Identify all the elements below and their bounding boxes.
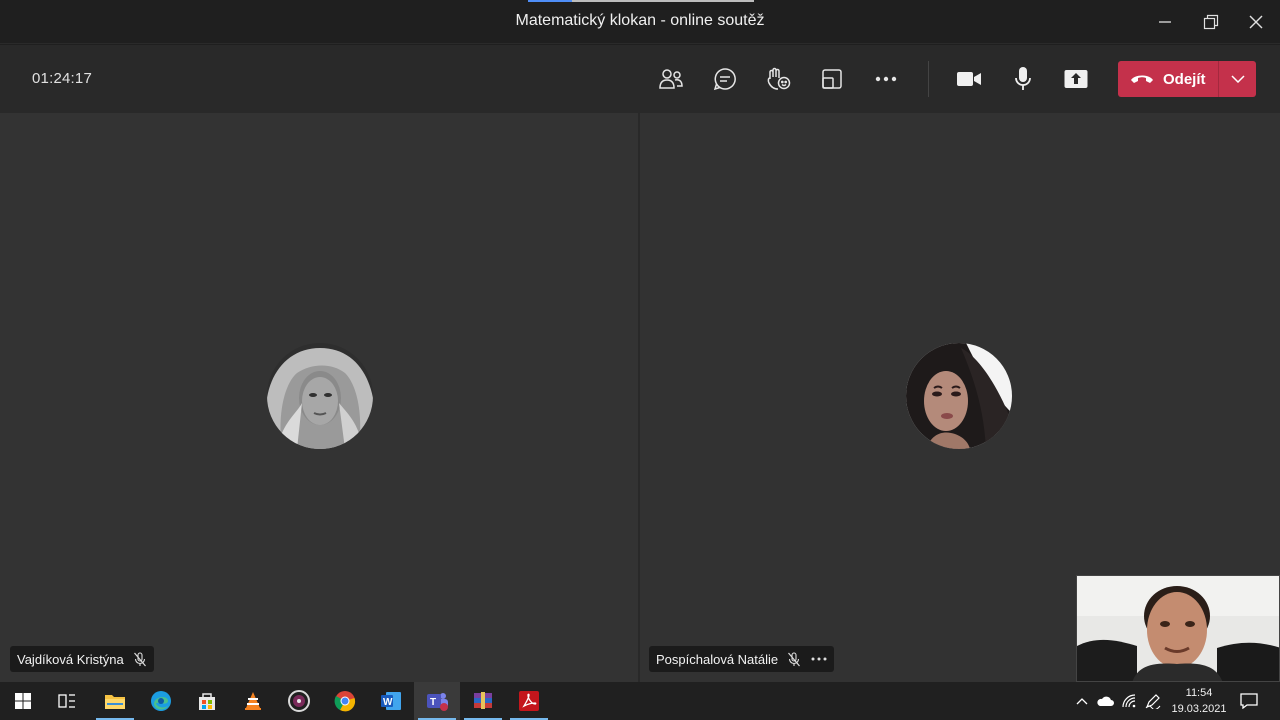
participant-tile[interactable]: Vajdíková Kristýna [0,113,638,682]
window-title: Matematický klokan - online soutěž [515,12,765,29]
taskbar-media-player[interactable] [276,682,322,720]
clock-date: 19.03.2021 [1171,703,1227,715]
network-tray-button[interactable] [1118,682,1140,720]
close-icon [1249,15,1263,29]
task-view-button[interactable] [44,682,90,720]
share-tray-button[interactable] [814,61,850,97]
leave-options-button[interactable] [1219,75,1256,83]
raise-hand-button[interactable] [760,61,796,97]
onedrive-tray-button[interactable] [1094,682,1116,720]
raise-hand-icon [767,67,791,90]
svg-text:T: T [430,697,436,708]
edge-icon [151,691,171,711]
acrobat-icon [519,691,539,711]
chrome-icon [334,691,356,712]
share-screen-button[interactable] [1058,61,1094,97]
meeting-timer: 01:24:17 [32,70,92,87]
clock-time: 11:54 [1185,687,1213,699]
chat-icon [713,68,736,91]
restore-button[interactable] [1188,0,1234,44]
notification-icon [1240,693,1258,709]
more-options-icon [875,76,897,82]
onedrive-icon [1097,696,1114,706]
chat-button[interactable] [707,61,743,97]
close-window-button[interactable] [1233,0,1279,44]
vlc-icon [245,692,261,710]
action-center-button[interactable] [1236,682,1262,720]
taskbar-vlc[interactable] [230,682,276,720]
hang-up-icon [1131,75,1153,83]
start-button[interactable] [0,682,46,720]
file-explorer-icon [105,695,125,709]
taskbar-edge[interactable] [138,682,184,720]
taskbar-chrome[interactable] [322,682,368,720]
taskbar-store[interactable] [184,682,230,720]
toolbar-separator [928,61,929,97]
meeting-toolbar: 01:24:17 Odejít [0,45,1280,113]
self-video-preview[interactable] [1076,575,1280,682]
wifi-icon [1122,694,1136,708]
chevron-up-icon [1076,698,1088,705]
pen-tray-button[interactable] [1142,682,1164,720]
microphone-icon [1015,67,1031,90]
mic-muted-icon [787,651,801,667]
leave-button-group: Odejít [1118,61,1256,97]
people-icon [659,69,683,89]
share-tray-icon [822,69,842,89]
self-video-frame [1077,576,1279,681]
participant-avatar [267,343,373,449]
windows-taskbar: W T 11:54 19.03.2021 [0,682,1280,720]
participant-photo [267,343,373,449]
participant-nameplate: Pospíchalová Natálie [649,646,835,672]
participant-photo [906,343,1012,449]
leave-label: Odejít [1163,70,1206,88]
window-titlebar: Matematický klokan - online soutěž [0,0,1280,44]
more-options-icon [811,657,827,661]
camera-icon [957,72,981,86]
chevron-down-icon [1230,75,1245,83]
titlebar-loading-strip [528,0,754,2]
taskbar-clock[interactable]: 11:54 19.03.2021 [1166,685,1232,717]
camera-button[interactable] [951,61,987,97]
taskbar-file-explorer[interactable] [92,682,138,720]
word-icon: W [381,692,401,710]
minimize-button[interactable] [1142,0,1188,44]
participant-more-button[interactable] [811,657,827,661]
participant-name: Pospíchalová Natálie [656,651,779,667]
participant-nameplate: Vajdíková Kristýna [10,646,154,672]
taskbar-teams[interactable]: T [414,682,460,720]
pen-icon [1145,694,1161,709]
winrar-icon [474,692,492,709]
restore-icon [1203,14,1219,30]
participant-name: Vajdíková Kristýna [17,651,124,667]
participant-avatar [906,343,1012,449]
svg-text:W: W [383,697,393,708]
teams-icon: T [427,693,448,711]
participants-button[interactable] [653,61,689,97]
share-screen-icon [1064,70,1088,88]
task-view-icon [58,694,75,708]
leave-button[interactable]: Odejít [1118,61,1218,97]
microphone-button[interactable] [1005,61,1041,97]
minimize-icon [1159,21,1171,23]
taskbar-winrar[interactable] [460,682,506,720]
taskbar-word[interactable]: W [368,682,414,720]
show-hidden-icons-button[interactable] [1071,682,1093,720]
media-player-icon [288,690,310,712]
taskbar-acrobat[interactable] [506,682,552,720]
more-options-button[interactable] [868,61,904,97]
windows-start-icon [15,693,31,709]
store-icon [199,693,215,710]
mic-muted-icon [133,651,147,667]
